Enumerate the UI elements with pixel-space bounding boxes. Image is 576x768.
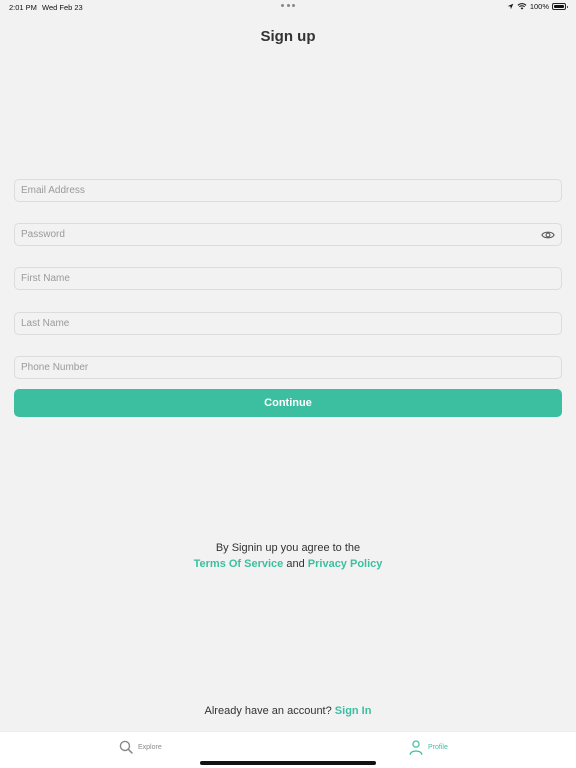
- tab-explore-label: Explore: [138, 743, 162, 751]
- terms-of-service-link[interactable]: Terms Of Service: [194, 558, 284, 570]
- battery-percent: 100%: [529, 2, 549, 11]
- tab-profile-label: Profile: [428, 744, 448, 751]
- privacy-policy-link[interactable]: Privacy Policy: [308, 558, 383, 570]
- signin-prompt-text: Already have an account?: [204, 705, 332, 717]
- first-name-field-container: [14, 267, 562, 290]
- email-field-container: [14, 179, 562, 202]
- status-date: Wed Feb 23: [42, 3, 83, 12]
- location-arrow-icon: [507, 3, 514, 10]
- agreement-conjunction: and: [286, 558, 305, 570]
- status-bar: 2:01 PM Wed Feb 23 100%: [0, 0, 576, 14]
- last-name-field-container: [14, 312, 562, 335]
- tab-profile[interactable]: Profile: [409, 740, 448, 755]
- eye-icon[interactable]: [541, 229, 555, 241]
- page-title: Sign up: [260, 28, 316, 45]
- multitasking-dots-icon[interactable]: [281, 3, 295, 7]
- home-indicator: [200, 761, 376, 765]
- continue-button[interactable]: Continue: [14, 389, 562, 417]
- status-indicators: 100%: [507, 2, 568, 11]
- terms-agreement: By Signin up you agree to the Terms Of S…: [0, 540, 576, 572]
- agreement-links-row: Terms Of Service and Privacy Policy: [0, 556, 576, 572]
- first-name-field[interactable]: [15, 268, 561, 289]
- sign-in-link[interactable]: Sign In: [335, 705, 372, 717]
- search-icon: [119, 740, 133, 754]
- wifi-icon: [517, 3, 527, 10]
- signup-screen: 2:01 PM Wed Feb 23 100% Sign up Continue…: [0, 0, 576, 768]
- tab-explore[interactable]: Explore: [119, 740, 162, 754]
- password-field[interactable]: [15, 224, 561, 245]
- agreement-text: By Signin up you agree to the: [215, 542, 361, 554]
- phone-field-container: [14, 356, 562, 379]
- password-field-container: [14, 223, 562, 246]
- phone-number-field[interactable]: [15, 357, 561, 378]
- status-time: 2:01 PM: [9, 3, 37, 12]
- email-field[interactable]: [15, 180, 561, 201]
- person-icon: [409, 740, 423, 755]
- signin-prompt: Already have an account? Sign In: [0, 705, 576, 717]
- battery-icon: [552, 3, 568, 10]
- last-name-field[interactable]: [15, 313, 561, 334]
- tab-bar: Explore Profile: [0, 731, 576, 768]
